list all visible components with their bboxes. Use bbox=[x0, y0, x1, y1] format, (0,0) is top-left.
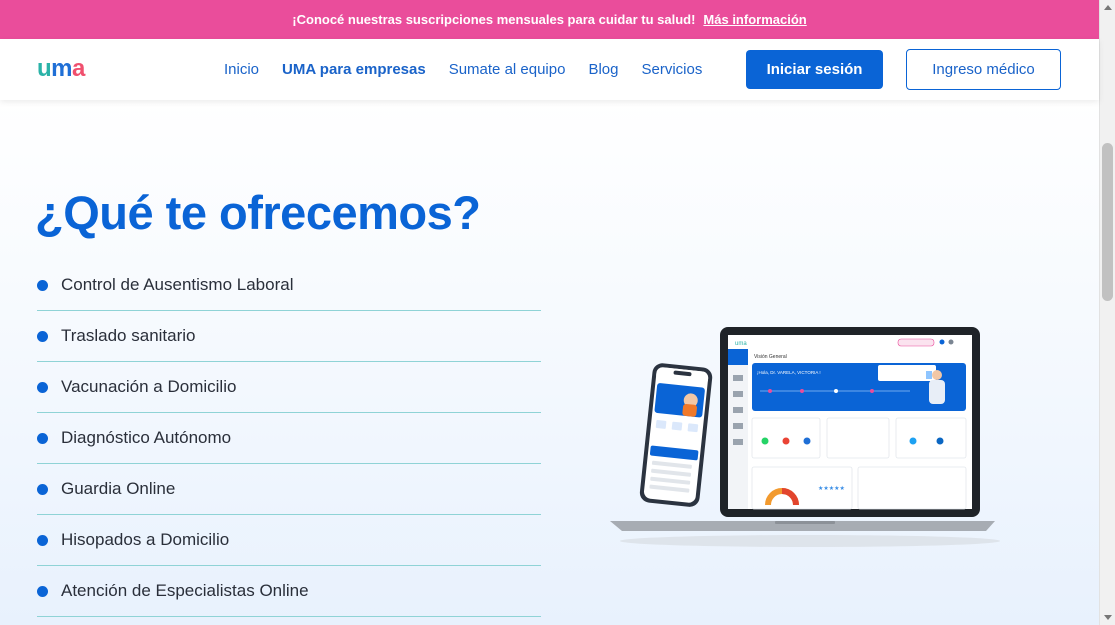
nav-servicios[interactable]: Servicios bbox=[641, 61, 702, 78]
promo-banner: ¡Conocé nuestras suscripciones mensuales… bbox=[0, 0, 1099, 39]
nav-blog[interactable]: Blog bbox=[588, 61, 618, 78]
section-title: ¿Qué te ofrecemos? bbox=[35, 186, 481, 239]
scrollbar-thumb[interactable] bbox=[1102, 143, 1113, 301]
bullet-dot-icon bbox=[37, 330, 48, 342]
services-list: Control de Ausentismo Laboral Traslado s… bbox=[37, 260, 541, 617]
service-item: Diagnóstico Autónomo bbox=[37, 413, 541, 464]
svg-text:uma: uma bbox=[735, 341, 747, 347]
svg-text:★★★★★: ★★★★★ bbox=[818, 485, 845, 492]
dashboard-greeting: ¡Hola, Dr. VARELA, VICTORIA ! bbox=[757, 370, 821, 375]
service-label: Vacunación a Domicilio bbox=[61, 377, 237, 396]
service-label: Atención de Especialistas Online bbox=[61, 581, 309, 600]
page-scrollbar[interactable] bbox=[1099, 0, 1115, 625]
service-item: Atención de Especialistas Online bbox=[37, 566, 541, 617]
nav-links: Inicio UMA para empresas Sumate al equip… bbox=[224, 39, 725, 100]
offer-section: ¿Qué te ofrecemos? Control de Ausentismo… bbox=[0, 100, 1099, 625]
service-label: Diagnóstico Autónomo bbox=[61, 428, 232, 447]
service-item: Traslado sanitario bbox=[37, 311, 541, 362]
bullet-dot-icon bbox=[37, 381, 48, 393]
bullet-dot-icon bbox=[37, 585, 48, 597]
promo-text: ¡Conocé nuestras suscripciones mensuales… bbox=[292, 12, 696, 27]
service-label: Traslado sanitario bbox=[61, 326, 196, 345]
service-label: Hisopados a Domicilio bbox=[61, 530, 230, 549]
scroll-up-icon[interactable] bbox=[1104, 5, 1112, 10]
service-item: Vacunación a Domicilio bbox=[37, 362, 541, 413]
promo-more-info-link[interactable]: Más información bbox=[703, 12, 806, 27]
devices-illustration: uma Visión General ¡Hola, Dr. VARELA, VI… bbox=[610, 327, 1000, 547]
top-navbar: uma Inicio UMA para empresas Sumate al e… bbox=[0, 39, 1099, 100]
nav-uma-empresas[interactable]: UMA para empresas bbox=[282, 61, 426, 78]
service-label: Guardia Online bbox=[61, 479, 176, 498]
bullet-dot-icon bbox=[37, 432, 48, 444]
phone-icon bbox=[639, 363, 713, 507]
nav-inicio[interactable]: Inicio bbox=[224, 61, 259, 78]
uma-logo[interactable]: uma bbox=[37, 56, 85, 82]
bullet-dot-icon bbox=[37, 534, 48, 546]
login-button[interactable]: Iniciar sesión bbox=[746, 50, 883, 89]
dashboard-title: Visión General bbox=[754, 354, 787, 360]
nav-sumate-equipo[interactable]: Sumate al equipo bbox=[449, 61, 566, 78]
service-label: Control de Ausentismo Laboral bbox=[61, 275, 294, 294]
service-item: Hisopados a Domicilio bbox=[37, 515, 541, 566]
medico-login-button[interactable]: Ingreso médico bbox=[906, 49, 1061, 90]
bullet-dot-icon bbox=[37, 483, 48, 495]
service-item: Control de Ausentismo Laboral bbox=[37, 260, 541, 311]
service-item: Guardia Online bbox=[37, 464, 541, 515]
bullet-dot-icon bbox=[37, 279, 48, 291]
scroll-down-icon[interactable] bbox=[1104, 615, 1112, 620]
